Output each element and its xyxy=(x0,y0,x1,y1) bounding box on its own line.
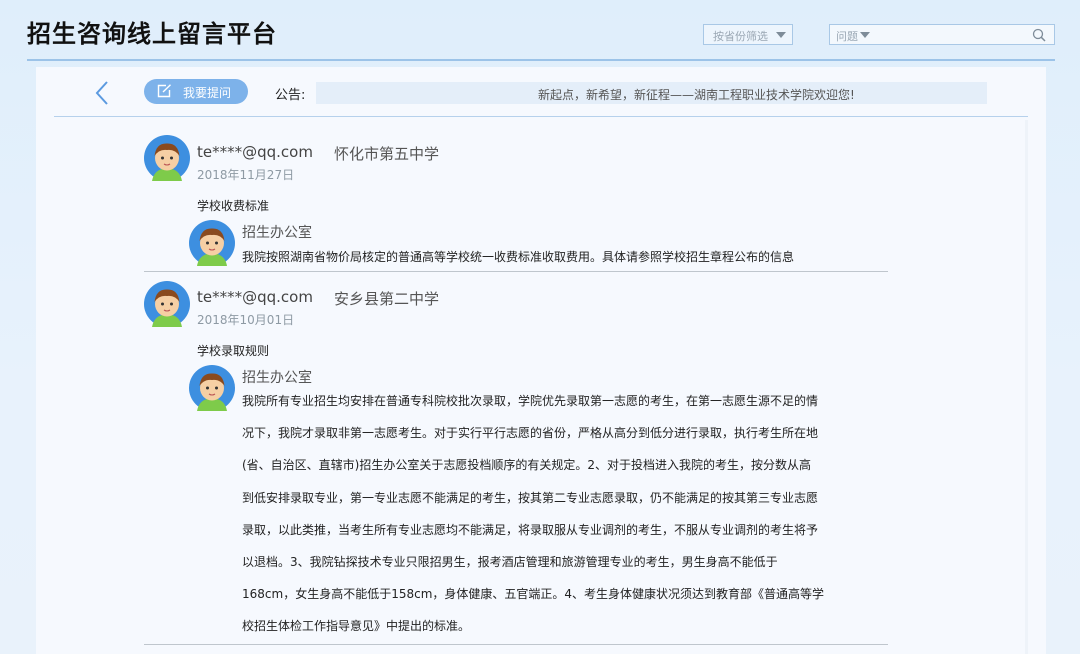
back-arrow-icon[interactable] xyxy=(94,80,110,106)
reply-author: 招生办公室 xyxy=(242,370,312,386)
reply-text: 我院按照湖南省物价局核定的普通高等学校统一收费标准收取费用。具体请参照学校招生章… xyxy=(242,250,795,264)
chevron-down-icon xyxy=(776,32,786,38)
notice-marquee: 新起点，新希望，新征程——湖南工程职业技术学院欢迎您! xyxy=(316,82,987,104)
edit-icon xyxy=(157,84,171,98)
post-divider xyxy=(144,644,888,645)
search-icon[interactable] xyxy=(1032,28,1046,42)
user-avatar-icon xyxy=(144,135,190,181)
post-user-email: te****@qq.com xyxy=(197,143,313,161)
post-user-email: te****@qq.com xyxy=(197,288,313,306)
reply-line: 以退档。3、我院钻探技术专业只限招男生，报考酒店管理和旅游管理专业的考生，男生身… xyxy=(242,555,778,570)
ask-question-button[interactable]: 我要提问 xyxy=(144,79,248,104)
header-divider xyxy=(27,59,1055,61)
post-divider xyxy=(144,271,888,272)
question-filter-label: 问题 xyxy=(836,30,858,43)
reply-text: 我院所有专业招生均安排在普通专科院校批次录取，学院优先录取第一志愿的考生，在第一… xyxy=(242,385,862,643)
reply-line: 校招生体检工作指导意见》中提出的标准。 xyxy=(242,619,471,634)
province-filter-select[interactable]: 按省份筛选 xyxy=(703,24,793,45)
post-question: 学校收费标准 xyxy=(197,199,270,213)
reply-line: 我院所有专业招生均安排在普通专科院校批次录取，学院优先录取第一志愿的考生，在第一… xyxy=(242,394,819,408)
office-avatar-icon xyxy=(189,220,235,266)
user-avatar-icon xyxy=(144,281,190,327)
reply-line: 168cm，女生身高不能低于158cm，身体健康、五官端正。4、考生身体健康状况… xyxy=(242,587,825,602)
header: 招生咨询线上留言平台 按省份筛选 问题 xyxy=(0,0,1080,62)
site-title: 招生咨询线上留言平台 xyxy=(27,20,277,48)
reply-line: 况下，我院才录取非第一志愿考生。对于实行平行志愿的省份，严格从高分到低分进行录取… xyxy=(242,426,819,441)
province-filter-label: 按省份筛选 xyxy=(713,30,768,43)
reply-author: 招生办公室 xyxy=(242,225,312,241)
post-school: 怀化市第五中学 xyxy=(334,145,440,163)
notice-label: 公告: xyxy=(275,88,306,103)
post-date: 2018年10月01日 xyxy=(197,313,295,327)
toolbar-divider xyxy=(54,116,1028,117)
post-date: 2018年11月27日 xyxy=(197,168,295,182)
scrollbar[interactable] xyxy=(1025,120,1028,654)
post-question: 学校录取规则 xyxy=(197,344,270,358)
office-avatar-icon xyxy=(189,365,235,411)
question-search-box[interactable]: 问题 xyxy=(829,24,1055,45)
reply-line: (省、自治区、直辖市)招生办公室关于志愿投档顺序的有关规定。2、对于投档进入我院… xyxy=(242,458,812,473)
notice-text: 新起点，新希望，新征程——湖南工程职业技术学院欢迎您! xyxy=(538,88,855,102)
reply-line: 录取，以此类推，当考生所有专业志愿均不能满足，将录取服从专业调剂的考生，不服从专… xyxy=(242,522,819,537)
reply-line: 到低安排录取专业，第一专业志愿不能满足的考生，按其第二专业志愿录取，仍不能满足的… xyxy=(242,490,819,505)
ask-question-label: 我要提问 xyxy=(183,86,232,100)
post-school: 安乡县第二中学 xyxy=(334,290,440,308)
chevron-down-icon xyxy=(860,32,870,38)
